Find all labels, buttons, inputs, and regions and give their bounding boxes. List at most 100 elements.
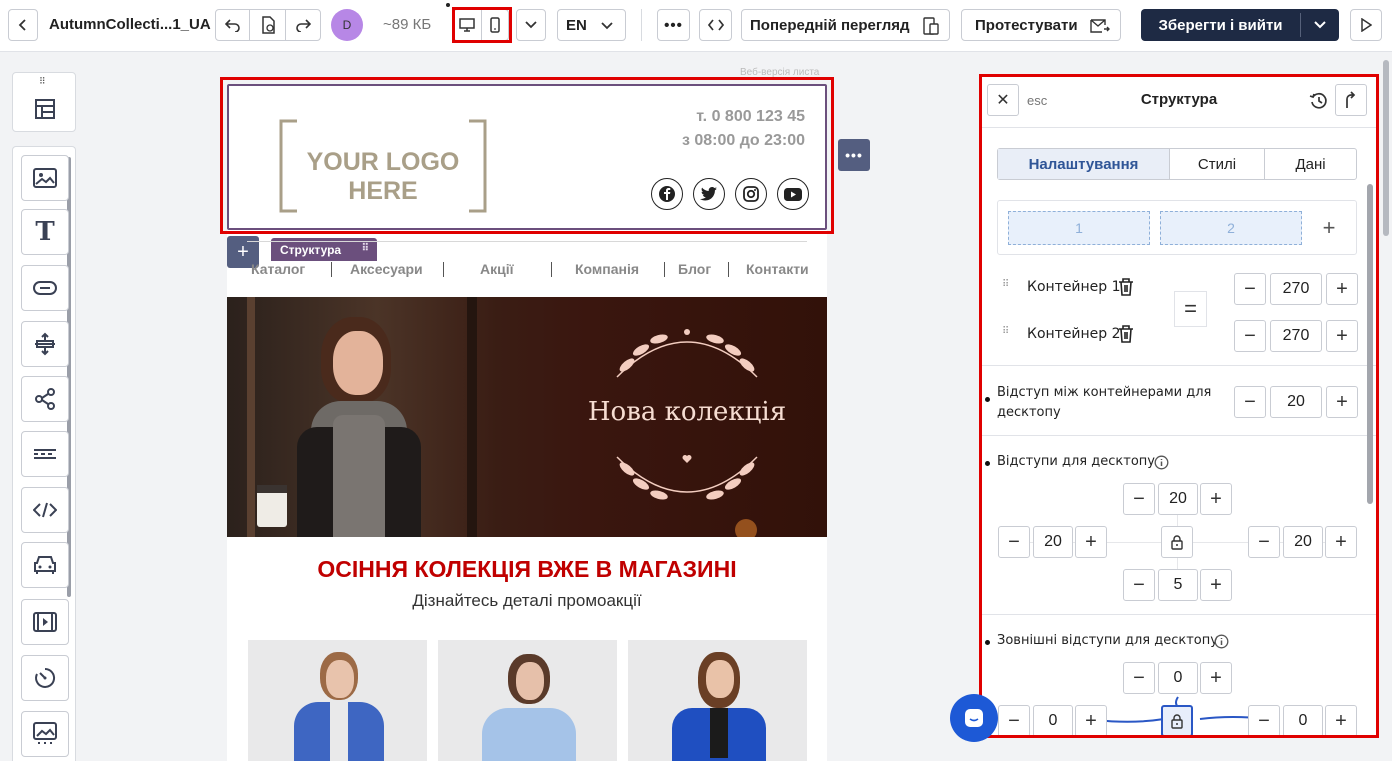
margin-left-decrement[interactable]: − xyxy=(998,705,1030,735)
block-menu-button[interactable]: ••• xyxy=(838,139,870,171)
image-tool[interactable] xyxy=(21,155,69,201)
test-button[interactable]: Протестувати xyxy=(961,9,1121,41)
gap-value[interactable]: 20 xyxy=(1270,386,1322,418)
trash-icon[interactable] xyxy=(1117,324,1135,344)
margin-top-decrement[interactable]: − xyxy=(1123,662,1155,694)
padding-top-value[interactable]: 20 xyxy=(1158,483,1198,515)
drag-handle-icon[interactable]: ⠿ xyxy=(1002,326,1009,337)
instagram-icon[interactable] xyxy=(735,178,767,210)
facebook-icon[interactable] xyxy=(651,178,683,210)
play-button[interactable] xyxy=(1350,9,1382,41)
equalize-button[interactable]: = xyxy=(1174,291,1207,327)
container-2-decrement[interactable]: − xyxy=(1234,320,1266,352)
padding-left-value[interactable]: 20 xyxy=(1033,526,1073,558)
video-tool[interactable] xyxy=(21,599,69,645)
margin-top-value[interactable]: 0 xyxy=(1158,662,1198,694)
page-scrollbar[interactable] xyxy=(1383,60,1389,236)
spacer-tool[interactable] xyxy=(21,321,69,367)
twitter-icon[interactable] xyxy=(693,178,725,210)
padding-left-increment[interactable]: + xyxy=(1075,526,1107,558)
drag-handle-icon[interactable]: ⠿ xyxy=(362,243,369,254)
info-icon[interactable] xyxy=(1154,455,1169,470)
desktop-view-button[interactable] xyxy=(454,10,482,40)
nav-link-promotions[interactable]: Акції xyxy=(480,261,514,277)
mobile-view-button[interactable] xyxy=(482,10,509,40)
text-tool[interactable]: T xyxy=(21,209,69,255)
html-tool[interactable] xyxy=(21,487,69,533)
tab-settings[interactable]: Налаштування xyxy=(998,149,1170,179)
nav-link-contacts[interactable]: Контакти xyxy=(746,261,809,277)
trash-icon[interactable] xyxy=(1117,277,1135,297)
padding-top-decrement[interactable]: − xyxy=(1123,483,1155,515)
container-1-increment[interactable]: + xyxy=(1326,273,1358,305)
tab-styles[interactable]: Стилі xyxy=(1170,149,1265,179)
info-icon[interactable] xyxy=(1214,634,1229,649)
container-2-width[interactable]: 270 xyxy=(1270,320,1322,352)
nav-link-accessories[interactable]: Аксесуари xyxy=(350,261,423,277)
move-up-button[interactable] xyxy=(1335,84,1367,116)
container-2-increment[interactable]: + xyxy=(1326,320,1358,352)
padding-lock-button[interactable] xyxy=(1161,526,1193,558)
padding-bottom-decrement[interactable]: − xyxy=(1123,569,1155,601)
tab-data[interactable]: Дані xyxy=(1265,149,1356,179)
social-tool[interactable] xyxy=(21,376,69,422)
web-version-link[interactable]: Веб-версія листа xyxy=(740,67,819,78)
device-dropdown-button[interactable] xyxy=(516,9,546,41)
padding-top-increment[interactable]: + xyxy=(1200,483,1232,515)
versions-button[interactable] xyxy=(250,10,286,40)
preview-button[interactable]: Попередній перегляд xyxy=(741,9,950,41)
padding-right-value[interactable]: 20 xyxy=(1283,526,1323,558)
product-image-1[interactable] xyxy=(248,640,427,761)
panel-scrollbar[interactable] xyxy=(1367,184,1373,504)
product-image-3[interactable] xyxy=(628,640,807,761)
banner-title: Нова колекція xyxy=(587,397,787,427)
language-select[interactable]: EN xyxy=(557,9,626,41)
margin-right-increment[interactable]: + xyxy=(1325,705,1357,735)
nav-link-catalog[interactable]: Каталог xyxy=(251,261,305,277)
nav-separator xyxy=(443,262,444,277)
padding-right-decrement[interactable]: − xyxy=(1248,526,1280,558)
nav-link-company[interactable]: Компанія xyxy=(575,261,639,277)
margin-right-value[interactable]: 0 xyxy=(1283,705,1323,735)
padding-bottom-value[interactable]: 5 xyxy=(1158,569,1198,601)
margin-left-increment[interactable]: + xyxy=(1075,705,1107,735)
margin-top-increment[interactable]: + xyxy=(1200,662,1232,694)
container-1-width[interactable]: 270 xyxy=(1270,273,1322,305)
drag-handle-icon[interactable]: ⠿ xyxy=(39,76,47,87)
undo-button[interactable] xyxy=(216,10,251,40)
chat-widget-button[interactable] xyxy=(950,694,998,742)
padding-left-decrement[interactable]: − xyxy=(998,526,1030,558)
column-1[interactable]: 1 xyxy=(1008,211,1150,245)
margin-left-value[interactable]: 0 xyxy=(1033,705,1073,735)
reset-button[interactable] xyxy=(1307,89,1331,113)
avatar[interactable]: D xyxy=(331,9,363,41)
drag-handle-icon[interactable]: ⠿ xyxy=(1002,279,1009,290)
add-column-button[interactable]: + xyxy=(1314,213,1344,243)
file-name[interactable]: AutumnCollecti...1_UA xyxy=(49,16,211,33)
margin-lock-button[interactable] xyxy=(1161,705,1193,735)
code-view-button[interactable] xyxy=(699,9,732,41)
margin-right-decrement[interactable]: − xyxy=(1248,705,1280,735)
header-structure[interactable]: YOUR LOGO HERE т. 0 800 123 45 з 08:00 д… xyxy=(227,84,827,230)
padding-bottom-increment[interactable]: + xyxy=(1200,569,1232,601)
product-tool[interactable] xyxy=(21,542,69,588)
hero-banner[interactable]: Нова колекція xyxy=(227,297,827,537)
container-1-decrement[interactable]: − xyxy=(1234,273,1266,305)
layout-blocks-button[interactable] xyxy=(31,95,59,123)
padding-right-increment[interactable]: + xyxy=(1325,526,1357,558)
product-image-2[interactable] xyxy=(438,640,617,761)
save-options-button[interactable] xyxy=(1301,9,1339,41)
column-2[interactable]: 2 xyxy=(1160,211,1302,245)
timer-tool[interactable] xyxy=(21,655,69,701)
button-tool[interactable] xyxy=(21,265,69,311)
divider-tool[interactable] xyxy=(21,431,69,477)
save-exit-button[interactable]: Зберегти і вийти xyxy=(1141,9,1300,41)
youtube-icon[interactable] xyxy=(777,178,809,210)
redo-button[interactable] xyxy=(286,10,320,40)
gap-decrement[interactable]: − xyxy=(1234,386,1266,418)
back-button[interactable] xyxy=(8,9,38,41)
gap-increment[interactable]: + xyxy=(1326,386,1358,418)
more-button[interactable]: ••• xyxy=(657,9,690,41)
gallery-tool[interactable] xyxy=(21,711,69,757)
nav-link-blog[interactable]: Блог xyxy=(678,261,711,277)
